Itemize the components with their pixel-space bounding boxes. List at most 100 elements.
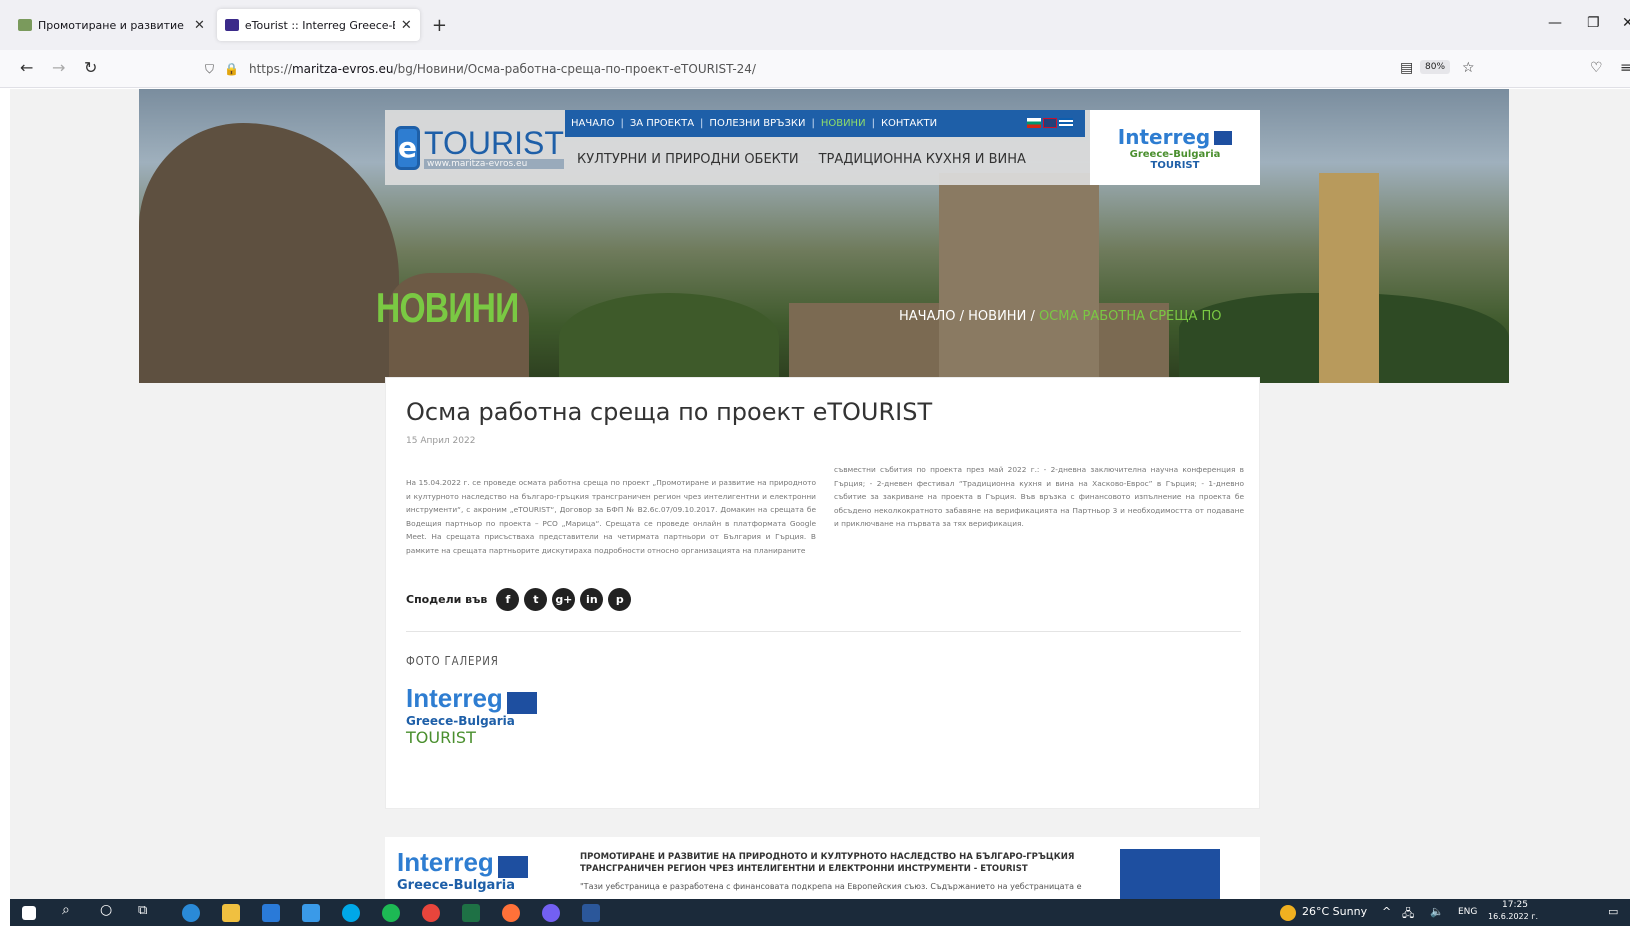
tab-title: Промотиране и развитие на п [38,18,188,32]
tray-overflow-icon[interactable]: ^ [1382,905,1391,918]
main-menu-cuisine[interactable]: ТРАДИЦИОННА КУХНЯ И ВИНА [819,152,1026,167]
spotify-icon[interactable] [382,904,400,922]
top-menu-links[interactable]: ПОЛЕЗНИ ВРЪЗКИ [709,118,805,129]
site-logo[interactable]: e TOURIST www.maritza-evros.eu [395,120,564,175]
language-indicator[interactable]: ENG [1458,907,1477,917]
firefox-icon[interactable] [502,904,520,922]
top-menu-about[interactable]: ЗА ПРОЕКТА [630,118,694,129]
twitter-icon[interactable]: t [524,588,548,611]
browser-nav-bar: ← → ↻ ⛉ 🔒 https://maritza-evros.eu/bg/Но… [0,50,1630,88]
language-flags [1027,118,1073,128]
search-icon[interactable]: ⌕ [62,902,70,918]
top-menu-news[interactable]: НОВИНИ [821,118,866,129]
interreg-sub: Greece-Bulgaria [1129,148,1221,160]
footer-interreg-sub: Greece-Bulgaria [397,878,515,893]
web-page: e TOURIST www.maritza-evros.eu НАЧАЛО | … [10,89,1630,899]
minimize-icon[interactable]: — [1548,15,1562,31]
eu-flag-large-icon [1120,849,1220,899]
article-date: 15 Април 2022 [406,436,476,446]
viber-icon[interactable] [542,904,560,922]
monument-tower [939,173,1099,383]
pocket-icon[interactable]: ♡ [1590,60,1603,76]
back-icon[interactable]: ← [20,58,33,77]
breadcrumb: НАЧАЛО / НОВИНИ / ОСМА РАБОТНА СРЕЩА ПО [899,309,1222,324]
gallery-interreg-sub: Greece-Bulgaria [406,714,515,728]
hero-banner: e TOURIST www.maritza-evros.eu НАЧАЛО | … [139,89,1509,383]
lock-icon[interactable]: 🔒 [224,62,239,76]
pinterest-icon[interactable]: p [608,588,632,611]
interreg-word: Interreg [1117,124,1211,149]
facebook-icon[interactable]: f [496,588,520,611]
restore-icon[interactable]: ❐ [1587,15,1600,31]
logo-url: www.maritza-evros.eu [424,158,564,169]
close-tab-icon[interactable]: ✕ [194,18,205,33]
tab-favicon-icon [18,19,32,31]
main-menu-sites[interactable]: КУЛТУРНИ И ПРИРОДНИ ОБЕКТИ [577,152,799,167]
interreg-logo[interactable]: Interreg Greece-Bulgaria TOURIST [1090,110,1260,185]
flag-en-icon[interactable] [1043,118,1057,128]
main-menu: КУЛТУРНИ И ПРИРОДНИ ОБЕКТИ ТРАДИЦИОННА К… [577,152,1026,167]
reload-icon[interactable]: ↻ [84,58,97,77]
article-column-2: съвместни събития по проекта през май 20… [834,465,1244,528]
excel-icon[interactable] [462,904,480,922]
footer-interreg-word: Interreg [397,847,494,877]
word-icon[interactable] [582,904,600,922]
top-menu: НАЧАЛО | ЗА ПРОЕКТА | ПОЛЕЗНИ ВРЪЗКИ | Н… [565,110,1085,137]
gallery-etourist: TOURIST [406,728,476,747]
forest [559,293,779,383]
shield-icon[interactable]: ⛉ [205,62,214,77]
chrome-icon[interactable] [422,904,440,922]
share-bar: Сподели във f t g+ in p [406,588,632,611]
share-label: Сподели във [406,593,488,606]
reader-view-icon[interactable]: ▤ [1400,60,1413,76]
new-tab-icon[interactable]: + [432,15,447,36]
gallery-interreg-word: Interreg [406,683,503,713]
skype-icon[interactable] [342,904,360,922]
site-footer: Interreg Greece-Bulgaria ПРОМОТИРАНЕ И Р… [385,837,1260,899]
site-header: e TOURIST www.maritza-evros.eu НАЧАЛО | … [385,110,1260,185]
star-icon[interactable]: ☆ [1462,60,1475,76]
tab-1[interactable]: eTourist :: Interreg Greece-Bulga ✕ [216,9,420,41]
bell-tower [1319,173,1379,383]
flag-bg-icon[interactable] [1027,118,1041,128]
footer-interreg-logo: Interreg Greece-Bulgaria [397,847,528,893]
task-view-icon[interactable]: ⧉ [138,903,147,918]
etourist-logo-icon: e [395,125,420,170]
tab-0[interactable]: Промотиране и развитие на п ✕ [10,9,213,41]
outlook-icon[interactable] [302,904,320,922]
footer-disclaimer: "Тази уебстраница е разработена с финанс… [580,882,1082,891]
zoom-level[interactable]: 80% [1420,60,1451,74]
logo-word: TOURIST [424,124,564,161]
breadcrumb-news[interactable]: НОВИНИ [968,309,1026,324]
clock-time[interactable]: 17:25 [1502,900,1528,910]
windows-start-icon[interactable] [22,906,36,920]
notifications-icon[interactable]: ▭ [1608,905,1618,918]
menu-icon[interactable]: ≡ [1620,60,1630,76]
edge-icon[interactable] [182,904,200,922]
weather-text[interactable]: 26°C Sunny [1302,905,1367,918]
linkedin-icon[interactable]: in [580,588,604,611]
url-bar[interactable]: ⛉ 🔒 https://maritza-evros.eu/bg/Новини/О… [205,55,1505,83]
mail-icon[interactable] [262,904,280,922]
breadcrumb-home[interactable]: НАЧАЛО [899,309,955,324]
volume-icon[interactable]: 🔈 [1430,905,1444,918]
gallery-image[interactable]: Interreg Greece-Bulgaria TOURIST [406,683,566,768]
google-plus-icon[interactable]: g+ [552,588,576,611]
close-window-icon[interactable]: ✕ [1622,15,1630,31]
close-tab-icon[interactable]: ✕ [401,18,412,33]
forward-icon[interactable]: → [52,58,65,77]
weather-sun-icon[interactable] [1280,905,1296,921]
flag-gr-icon[interactable] [1059,118,1073,128]
eu-flag-icon [1214,131,1233,145]
interreg-etourist: TOURIST [1150,159,1200,171]
network-icon[interactable]: 🖧 [1402,905,1414,924]
article: Осма работна среща по проект eTOURIST 15… [385,377,1260,809]
url-text[interactable]: https://maritza-evros.eu/bg/Новини/Осма-… [249,62,756,76]
top-menu-contacts[interactable]: КОНТАКТИ [881,118,937,129]
taskbar: ⌕ ○ ⧉ 26°C Sunny ^ 🖧 🔈 ENG 17:25 16.6.20… [10,899,1630,926]
top-menu-home[interactable]: НАЧАЛО [571,118,614,129]
tab-favicon-icon [224,19,239,31]
file-explorer-icon[interactable] [222,904,240,922]
cortana-icon[interactable]: ○ [100,902,112,918]
clock-date[interactable]: 16.6.2022 г. [1488,912,1538,921]
